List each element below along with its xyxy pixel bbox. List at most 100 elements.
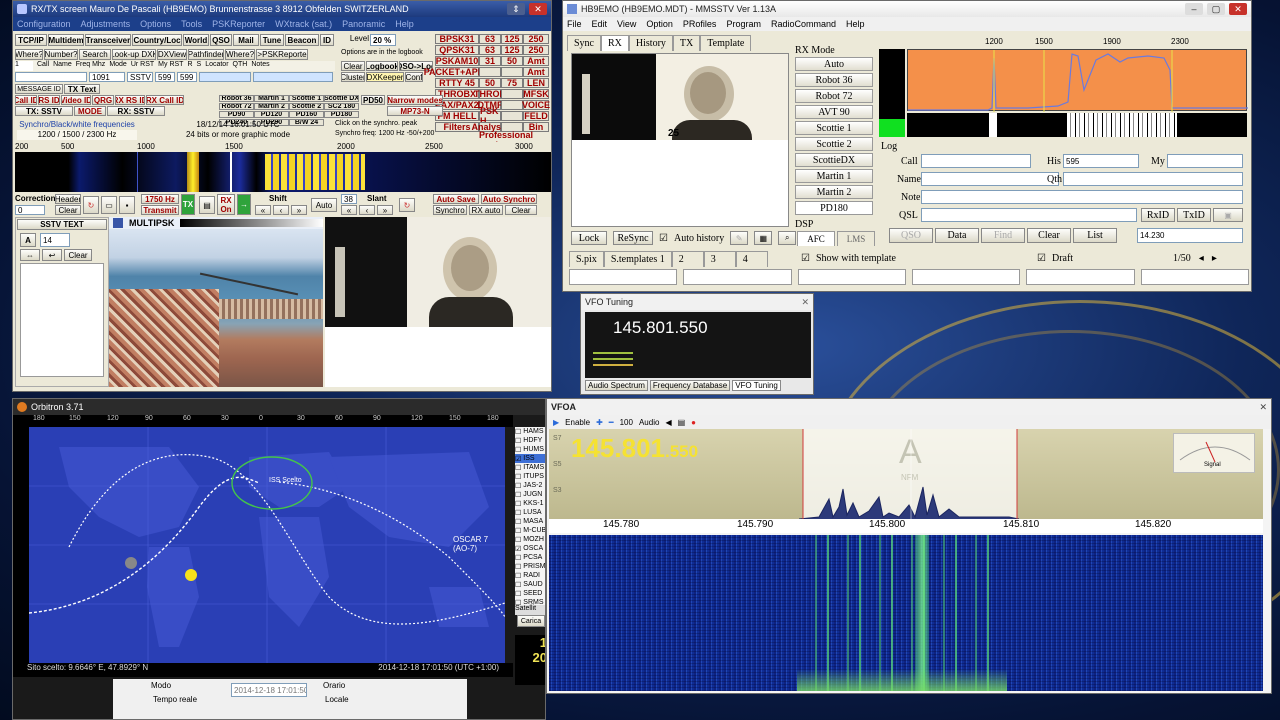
close-icon[interactable]: ✕ — [1259, 402, 1267, 413]
dxview-button[interactable]: DXView — [157, 49, 187, 60]
link-icon[interactable]: ⇔ — [20, 249, 40, 261]
tab-3[interactable]: 3 — [703, 251, 736, 267]
iss-label[interactable]: ISS Scelto — [269, 477, 302, 484]
auto-save-button[interactable]: Auto Save — [433, 194, 479, 204]
checkbox-icon[interactable]: ☑ — [1037, 253, 1046, 264]
tool-icon[interactable]: ✎ — [730, 231, 749, 245]
mode-pd180[interactable]: PD180 — [795, 201, 873, 215]
auto-button[interactable]: Auto — [311, 198, 337, 212]
template-slot[interactable] — [683, 269, 792, 285]
palette-icon[interactable]: ▦ — [754, 231, 773, 245]
lock-button[interactable]: Lock — [571, 231, 607, 245]
call-id-button[interactable]: Call ID — [15, 95, 37, 105]
dxkeeper-button[interactable]: DXKeeper — [366, 72, 404, 82]
qth-input[interactable] — [1063, 172, 1243, 186]
slant-down-icon[interactable]: ‹ — [359, 205, 375, 215]
satellite-tab[interactable]: Satellit — [515, 605, 545, 615]
undo-icon[interactable]: ↩ — [42, 249, 62, 261]
mode-button[interactable] — [501, 89, 523, 99]
waterfall[interactable] — [15, 152, 551, 192]
freq-box[interactable]: 1750 Hz — [141, 194, 179, 204]
shift-right-icon[interactable]: » — [291, 205, 307, 215]
menu-panoramic[interactable]: Panoramic — [342, 19, 385, 29]
mode-button[interactable]: 250 — [523, 34, 549, 44]
menu-option[interactable]: Option — [646, 19, 673, 29]
minimize-button[interactable]: – — [1185, 3, 1203, 15]
satellite-item[interactable]: ☐ ITUPS — [515, 472, 545, 481]
qrg-button[interactable]: QRG — [92, 95, 114, 105]
menu-file[interactable]: File — [567, 19, 582, 29]
satellite-item[interactable]: ☑ OSCA — [515, 544, 545, 553]
rx-call-id-button[interactable]: RX Call ID — [146, 95, 184, 105]
satellite-item[interactable]: ☐ SEED — [515, 589, 545, 598]
checkbox-icon[interactable]: ☐ — [515, 428, 521, 436]
slant-left-icon[interactable]: « — [341, 205, 357, 215]
sstv-mode-button[interactable]: Scottie DX — [324, 95, 359, 102]
mode-avt90[interactable]: AVT 90 — [795, 105, 873, 119]
mode-button[interactable]: Amt — [523, 67, 549, 77]
mode-scottie2[interactable]: Scottie 2 — [795, 137, 873, 151]
search-button[interactable]: Search — [79, 49, 111, 60]
satellite-item[interactable]: ☐ KKS-1 — [515, 499, 545, 508]
template-slot[interactable] — [797, 269, 906, 285]
ur-rst-input[interactable]: 599 — [155, 72, 175, 82]
his-select[interactable]: 595 — [1063, 154, 1139, 168]
mode-button[interactable]: PACKET+APRS — [424, 67, 490, 77]
mode-button[interactable]: 75 — [501, 78, 523, 88]
sstv-text-area[interactable] — [20, 263, 104, 377]
mode-button[interactable]: 50 — [501, 56, 523, 66]
mode-button[interactable]: 63 — [479, 45, 501, 55]
transceiver-button[interactable]: Transceiver — [85, 34, 131, 46]
checkbox-icon[interactable]: ☐ — [515, 437, 521, 445]
refresh-icon[interactable]: ↻ — [83, 196, 99, 214]
tab-sync[interactable]: Sync — [567, 35, 601, 51]
cluster-button[interactable]: Cluster — [341, 72, 365, 82]
mode-button[interactable]: QPSK31 — [435, 45, 479, 55]
zoom-out-icon[interactable]: ━ — [609, 418, 614, 427]
tab-4[interactable]: 4 — [735, 251, 768, 267]
qso-button[interactable]: QSO — [889, 228, 933, 243]
sstv-mode-button[interactable]: PD120 — [254, 111, 289, 118]
clear-text-button[interactable]: Clear — [64, 249, 92, 261]
tab-history[interactable]: History — [628, 35, 673, 51]
clear-button[interactable]: Clear — [1027, 228, 1071, 243]
mode-martin1[interactable]: Martin 1 — [795, 169, 873, 183]
transmit-button[interactable]: Transmit — [141, 205, 179, 215]
sstv-mode-button[interactable]: Robot 72 — [219, 103, 254, 110]
menu-configuration[interactable]: Configuration — [17, 19, 71, 29]
mode-button[interactable]: MODE — [74, 106, 106, 116]
mmsstv-waterfall[interactable] — [907, 113, 1247, 137]
txid-button[interactable]: TxID — [1177, 208, 1211, 222]
speaker-icon[interactable]: ◀ — [665, 418, 671, 427]
mode-button[interactable]: Amt — [523, 56, 549, 66]
reset-icon[interactable]: ↻ — [399, 198, 415, 212]
checkbox-icon[interactable]: ☐ — [515, 500, 521, 508]
mail-button[interactable]: Mail — [233, 34, 259, 46]
next-icon[interactable]: ▸ — [1212, 253, 1217, 264]
pskreporter-button[interactable]: ->PSKReporter — [256, 49, 308, 60]
copy-icon[interactable]: ▣ — [1213, 208, 1243, 222]
satellite-item[interactable]: ☐ MOZH — [515, 535, 545, 544]
mode-robot72[interactable]: Robot 72 — [795, 89, 873, 103]
narrow-modes-button[interactable]: Narrow modes — [387, 95, 443, 105]
orbitron-titlebar[interactable]: Orbitron 3.71 — [13, 399, 545, 415]
checkbox-icon[interactable]: ☑ — [659, 233, 668, 244]
shift-minus-icon[interactable]: ‹ — [273, 205, 289, 215]
menu-view[interactable]: View — [617, 19, 636, 29]
mode-scottiedx[interactable]: ScottieDX — [795, 153, 873, 167]
mode-martin2[interactable]: Martin 2 — [795, 185, 873, 199]
mode-button[interactable]: BPSK31 — [435, 34, 479, 44]
zoom-in-icon[interactable]: ✚ — [596, 418, 603, 427]
mode-button[interactable]: RTTY 45 — [435, 78, 479, 88]
satellite-item[interactable]: ☐ HUMS — [515, 445, 545, 454]
satellite-item[interactable]: ☐ JAS-2 — [515, 481, 545, 490]
menu-help[interactable]: Help — [846, 19, 865, 29]
menu-pskreporter[interactable]: PSKReporter — [212, 19, 265, 29]
menu-profiles[interactable]: PRofiles — [683, 19, 717, 29]
template-slot[interactable] — [1140, 269, 1249, 285]
mode-button[interactable]: 125 — [501, 34, 523, 44]
resync-button[interactable]: ReSync — [613, 231, 653, 245]
prev-icon[interactable]: ◂ — [1199, 253, 1204, 264]
satellite-item[interactable]: ☐ RADI — [515, 571, 545, 580]
menu-help[interactable]: Help — [395, 19, 414, 29]
